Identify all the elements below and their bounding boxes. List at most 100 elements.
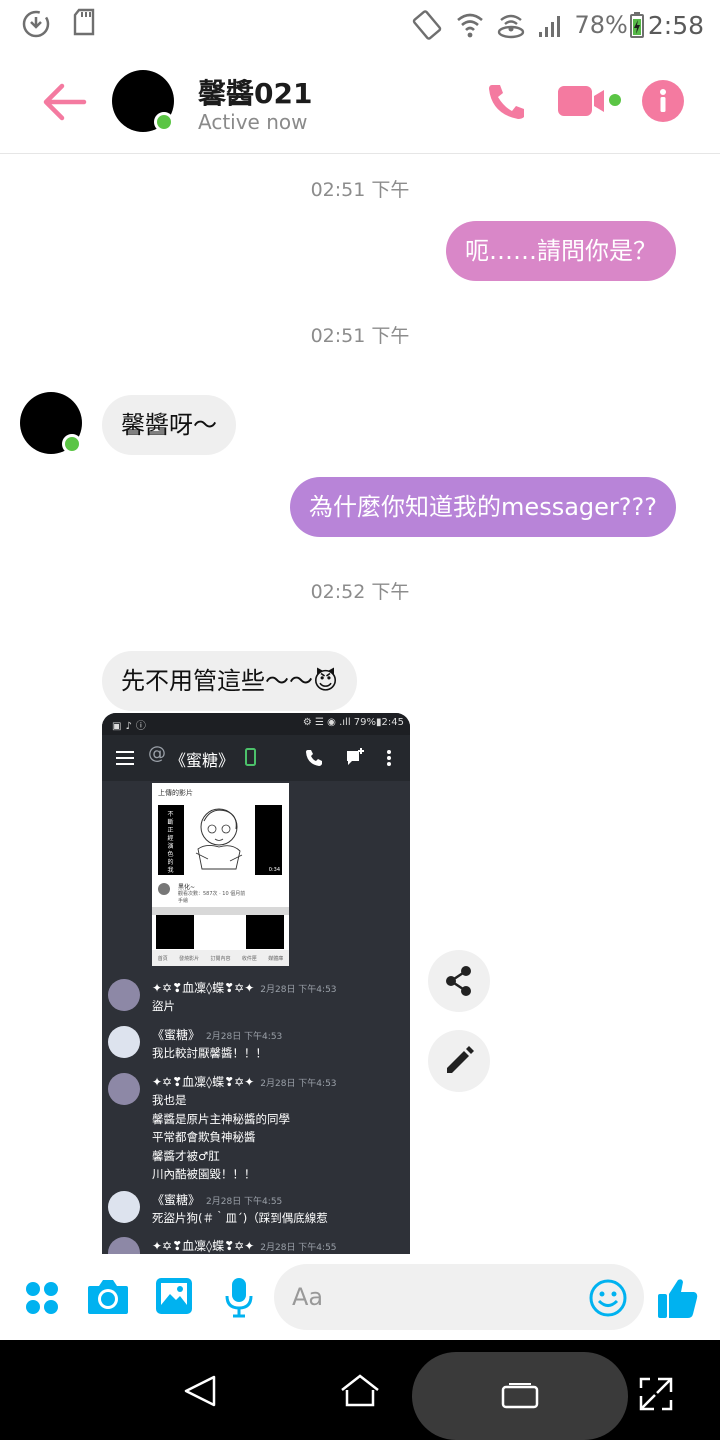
edit-button[interactable] <box>428 1030 490 1092</box>
screenshot-chat-toolbar: @ 《蜜糖》 <box>102 735 410 781</box>
comment-text: 死盜片狗(＃｀皿´)（踩到偶底線惹 <box>152 1209 328 1228</box>
youtube-bottom-nav: 首頁 發燒影片 訂閱內容 收件匣 媒體庫 <box>152 950 289 966</box>
comment-line: 死盜片狗(＃｀皿´)（踩到偶底線惹 <box>152 1211 328 1225</box>
screenshot-status-icons: ▣♪ⓘ <box>112 721 150 732</box>
commenter-avatar <box>108 1237 140 1254</box>
status-indicators: 78% 2:58 <box>411 9 704 41</box>
comment-line: 馨醬是原片主神秘醬的同學 <box>152 1111 290 1126</box>
at-icon: @ <box>148 743 166 764</box>
commenter-name: ✦✡❣血凜◊蝶❣✡✦ <box>152 1239 255 1253</box>
commenter-avatar <box>108 979 140 1011</box>
phone-device-icon <box>245 748 256 766</box>
screenshot-status-bar: ▣♪ⓘ ⚙ ☰ ◉ .ıll 79%▮2:45 <box>102 713 410 735</box>
rotation-lock-icon <box>412 10 441 40</box>
camera-icon[interactable] <box>86 1278 130 1316</box>
online-indicator <box>154 112 174 132</box>
share-icon <box>446 966 471 996</box>
nav-back-button[interactable] <box>180 1374 222 1408</box>
nav-expand-icon[interactable] <box>638 1376 674 1412</box>
clock: 2:58 <box>647 10 704 40</box>
screenshot-status-right: ⚙ ☰ ◉ .ıll 79%▮2:45 <box>302 717 404 728</box>
message-composer <box>0 1254 720 1340</box>
yt-nav-subscriptions: 訂閱內容 <box>210 955 231 962</box>
mic-icon[interactable] <box>224 1276 254 1318</box>
video-sketch-art <box>195 808 243 870</box>
video-tag: 手繪 <box>178 898 189 904</box>
comment-text: 我也是 馨醬是原片主神秘醬的同學 平常都會欺負神秘醬 馨醬才被♂肛 川內酷被園毀… <box>152 1091 290 1184</box>
video-divider <box>152 907 289 915</box>
messenger-screen: 78% 2:58 馨醬021 Active now 02:51 下午 呃……請問… <box>0 0 720 1440</box>
hotspot-icon <box>497 14 524 39</box>
signal-icon <box>538 16 560 37</box>
status-bar: 78% 2:58 <box>0 0 720 50</box>
conversation-header: 馨醬021 Active now <box>0 50 720 154</box>
call-icon <box>306 750 322 766</box>
comment-date: 2月28日 下午4:53 <box>206 1032 283 1042</box>
overflow-menu-icon <box>387 750 391 766</box>
commenter-name-row: 《蜜糖》 2月28日 下午4:55 <box>152 1191 282 1208</box>
video-card: 上傳的影片 不斷正經演色的我 0:34 黑化~ 觀看次數：587次 · 10 個… <box>152 783 289 966</box>
pencil-icon <box>447 1046 474 1073</box>
back-button[interactable] <box>40 80 88 124</box>
contact-status: Active now <box>198 110 308 134</box>
message-timestamp: 02:52 下午 <box>310 581 410 603</box>
video-duration: 0:34 <box>268 867 280 873</box>
incoming-message[interactable]: 馨醬呀～ <box>102 395 236 455</box>
contact-name[interactable]: 馨醬021 <box>198 72 312 112</box>
outgoing-message[interactable]: 呃……請問你是？ <box>446 221 676 281</box>
commenter-name: 《蜜糖》 <box>152 1193 201 1207</box>
gallery-icon[interactable] <box>154 1276 194 1316</box>
channel-avatar <box>158 883 170 895</box>
video-vertical-text: 不斷正經演色的我 <box>167 811 174 874</box>
yt-nav-home: 首頁 <box>157 955 168 962</box>
comment-line: 馨醬才被♂肛 <box>152 1148 220 1163</box>
emoji-icon[interactable] <box>588 1278 628 1318</box>
message-timestamp: 02:51 下午 <box>310 179 410 201</box>
commenter-avatar <box>108 1026 140 1058</box>
comment-line: 我也是 <box>152 1093 187 1107</box>
comment-text: 盜片 <box>152 997 175 1016</box>
more-icon[interactable] <box>24 1280 60 1316</box>
info-button[interactable] <box>642 80 684 122</box>
video-call-button[interactable] <box>556 84 626 120</box>
sd-card-icon <box>73 8 95 36</box>
commenter-avatar <box>108 1191 140 1223</box>
video-views: 觀看次數：587次 · 10 個月前 <box>178 891 246 897</box>
yt-nav-inbox: 收件匣 <box>241 955 257 962</box>
sync-icon <box>22 10 50 38</box>
nav-home-button[interactable] <box>338 1372 382 1408</box>
message-timestamp: 02:51 下午 <box>310 325 410 347</box>
video-card-title: 上傳的影片 <box>158 789 193 797</box>
screenshot-chat-title: 《蜜糖》 <box>170 751 235 770</box>
incoming-message[interactable]: 先不用管這些～～😈 <box>102 651 358 711</box>
info-icon <box>660 89 666 112</box>
comment-date: 2月28日 下午4:55 <box>206 1197 283 1207</box>
commenter-name-row: ✦✡❣血凜◊蝶❣✡✦ 2月28日 下午4:53 <box>152 979 337 996</box>
comment-line: 平常都會欺負神秘醬 <box>152 1130 256 1144</box>
yt-nav-library: 媒體庫 <box>268 955 284 962</box>
video-frame-left: 不斷正經演色的我 <box>158 805 184 875</box>
comment-line: 川內酷被園毀！！！ <box>152 1167 256 1181</box>
commenter-name: 《蜜糖》 <box>152 1028 201 1042</box>
outgoing-message[interactable]: 為什麼你知道我的messager??? <box>290 477 676 537</box>
menu-icon <box>116 751 134 765</box>
commenter-name-row: 《蜜糖》 2月28日 下午4:53 <box>152 1026 282 1043</box>
commenter-name: ✦✡❣血凜◊蝶❣✡✦ <box>152 981 255 995</box>
share-button[interactable] <box>428 950 490 1012</box>
shared-screenshot-image[interactable]: ▣♪ⓘ ⚙ ☰ ◉ .ıll 79%▮2:45 @ 《蜜糖》 上傳的影片 不斷正… <box>102 713 410 1254</box>
commenter-avatar <box>108 1073 140 1105</box>
voice-call-button[interactable] <box>486 82 528 120</box>
contact-avatar[interactable] <box>112 70 174 132</box>
battery-charging-icon <box>629 12 644 38</box>
online-indicator <box>62 434 82 454</box>
thumbs-up-icon[interactable] <box>656 1276 700 1320</box>
nav-recents-button[interactable] <box>500 1382 540 1412</box>
comment-date: 2月28日 下午4:53 <box>260 1079 337 1089</box>
video-thumb-right <box>246 915 284 949</box>
comment-line: 盜片 <box>152 999 175 1013</box>
sender-avatar[interactable] <box>20 392 82 454</box>
yt-nav-trending: 發燒影片 <box>179 955 200 962</box>
commenter-name-row: ✦✡❣血凜◊蝶❣✡✦ 2月28日 下午4:53 <box>152 1073 337 1090</box>
wifi-icon <box>456 13 483 38</box>
battery-percent: 78% <box>574 11 628 39</box>
